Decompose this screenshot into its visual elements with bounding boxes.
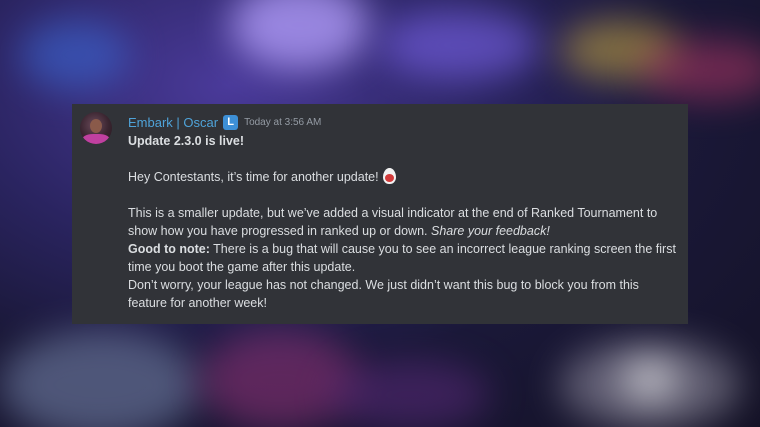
discord-message: Embark | Oscar L Today at 3:56 AM Update… [72,104,688,324]
feedback-call: Share your feedback! [430,224,550,238]
greeting-line: Hey Contestants, it’s time for another u… [128,168,678,186]
avatar[interactable] [80,112,112,144]
author-name[interactable]: Embark | Oscar [128,115,218,130]
note-text: There is a bug that will cause you to se… [128,242,676,274]
egg-icon [382,168,397,184]
paragraph-note: Good to note: There is a bug that will c… [128,240,678,276]
paragraph-ranked-indicator: This is a smaller update, but we’ve adde… [128,204,678,240]
message-header: Embark | Oscar L Today at 3:56 AM [128,112,321,132]
note-label: Good to note: [128,242,210,256]
paragraph-text: This is a smaller update, but we’ve adde… [128,206,658,238]
role-badge[interactable]: L [223,114,239,130]
message-content: Update 2.3.0 is live! Hey Contestants, i… [128,132,678,312]
paragraph-closing: Don’t worry, your league has not changed… [128,278,639,310]
message-title: Update 2.3.0 is live! [128,134,245,148]
greeting-text: Hey Contestants, it’s time for another u… [128,170,379,184]
message-timestamp: Today at 3:56 AM [244,116,322,128]
